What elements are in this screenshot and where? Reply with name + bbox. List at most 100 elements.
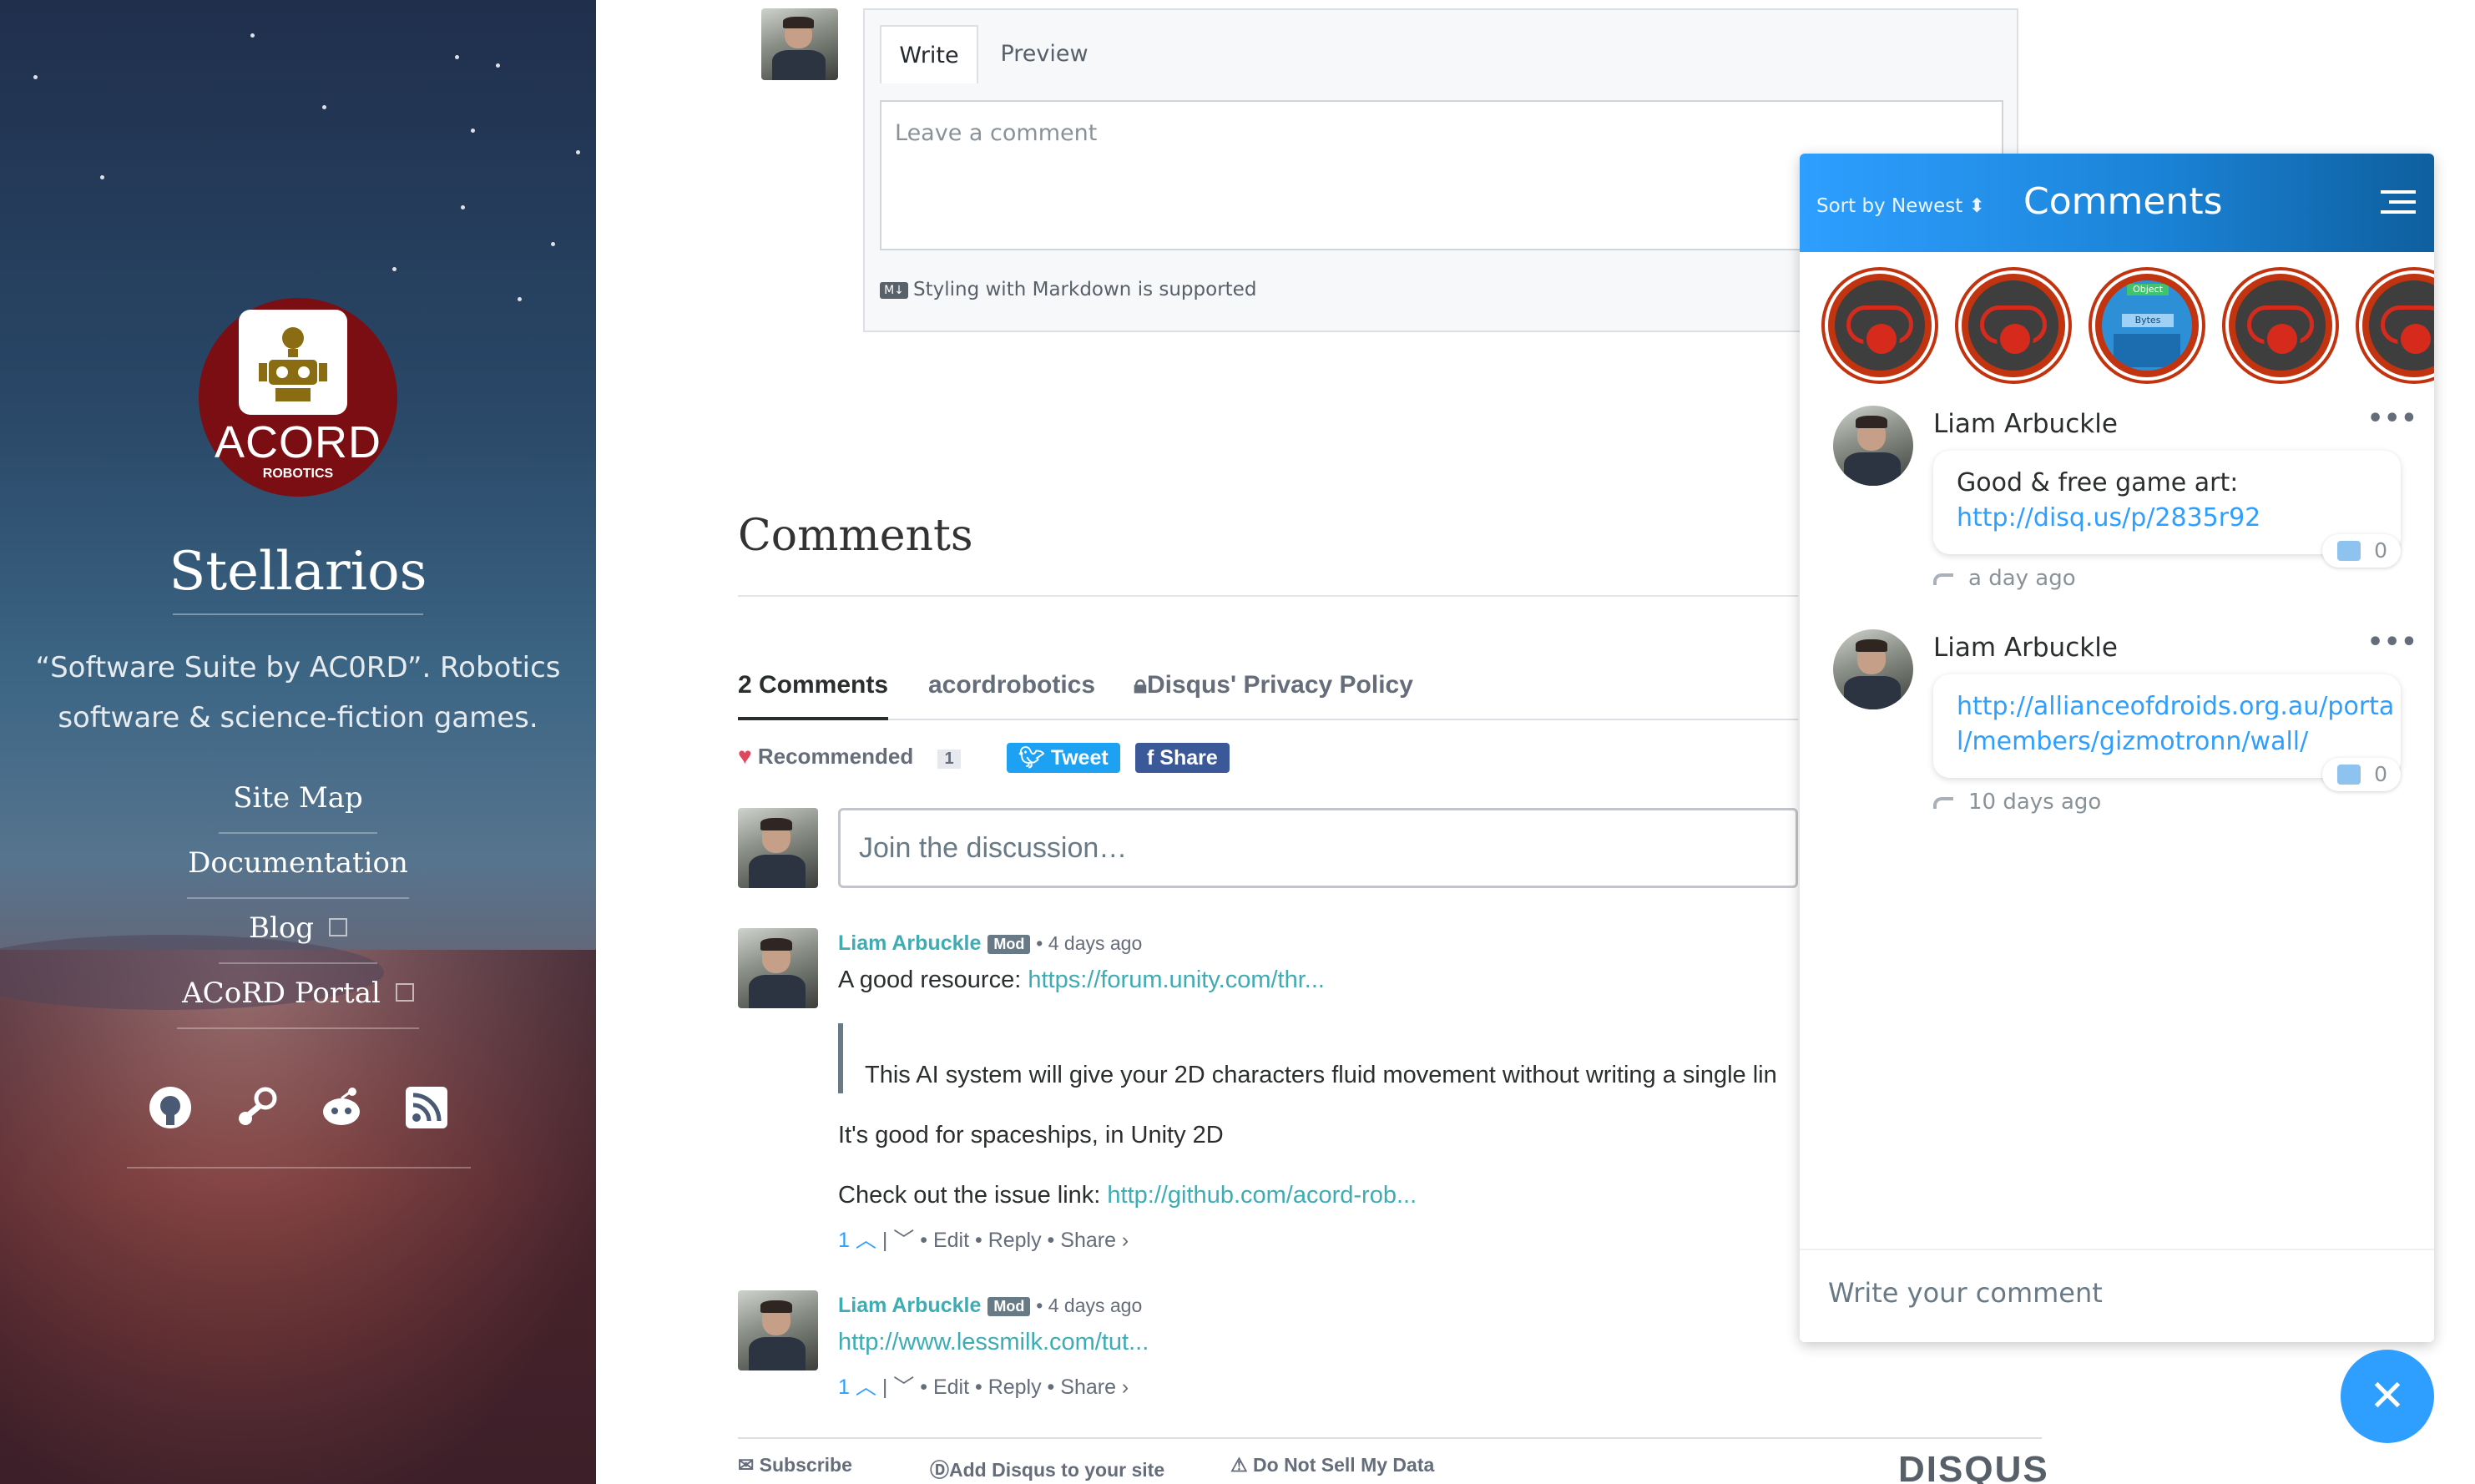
logo-title: ACORD — [214, 417, 381, 467]
nav-acord-portal[interactable]: ACoRD Portal — [0, 977, 596, 1010]
downvote-icon[interactable]: ﹀ — [893, 1229, 914, 1252]
comment-author[interactable]: Liam Arbuckle Mod • 4 days ago — [838, 931, 1142, 956]
divider — [738, 1437, 2042, 1439]
markdown-icon: M↓ — [880, 281, 908, 299]
star — [471, 129, 475, 133]
comment-avatar[interactable] — [1833, 629, 1913, 709]
star — [250, 33, 255, 38]
user-avatar — [761, 8, 838, 80]
reply-link[interactable]: Reply — [988, 1229, 1042, 1252]
comment-time[interactable]: • 4 days ago — [1036, 1295, 1142, 1316]
comments-widget: Sort by Newest ⬍ Comments Object Bytes L… — [1800, 154, 2434, 1342]
tweet-button[interactable]: 🐦︎ Tweet — [1007, 743, 1120, 773]
facebook-share-button[interactable]: f Share — [1135, 743, 1230, 773]
comment-author[interactable]: Liam Arbuckle Mod • 4 days ago — [838, 1294, 1142, 1318]
like-button[interactable]: 0 — [2322, 534, 2401, 568]
tab-write[interactable]: Write — [880, 25, 978, 83]
recommend-button[interactable]: ♥ Recommended 1 — [738, 743, 961, 770]
disqus-d-icon: Ⓓ — [930, 1459, 949, 1481]
nav-blog[interactable]: Blog — [0, 911, 596, 945]
nav-site-map[interactable]: Site Map — [0, 781, 596, 815]
mod-badge: Mod — [987, 934, 1031, 954]
comment-author[interactable]: Liam Arbuckle — [1933, 409, 2118, 439]
join-discussion-input[interactable]: Join the discussion… — [838, 808, 1798, 888]
badge-object-bytes-icon[interactable]: Object Bytes — [2092, 270, 2202, 381]
sort-dropdown[interactable]: Sort by Newest ⬍ — [1816, 195, 1985, 217]
nav-label: Site Map — [233, 781, 363, 815]
share-link[interactable]: Share › — [1060, 1229, 1129, 1252]
menu-icon[interactable] — [2381, 190, 2416, 220]
comment-link[interactable]: http://allianceofdroids.org.au/porta — [1957, 689, 2394, 724]
external-link-icon — [395, 983, 414, 1002]
close-widget-button[interactable]: ✕ — [2341, 1350, 2434, 1443]
reply-link[interactable]: Reply — [988, 1375, 1042, 1399]
lock-icon: 🔒︎ — [1134, 671, 1147, 699]
star — [518, 297, 522, 301]
nav-label: Documentation — [188, 846, 408, 880]
author-name[interactable]: Liam Arbuckle — [838, 931, 981, 955]
tweet-label: Tweet — [1050, 746, 1109, 770]
reply-icon[interactable] — [1933, 573, 1953, 585]
comment-link[interactable]: https://forum.unity.com/thr... — [1028, 967, 1325, 993]
tab-privacy-policy[interactable]: 🔒︎Disqus' Privacy Policy — [1134, 671, 1413, 699]
logo-subtitle: ROBOTICS — [262, 467, 334, 481]
comment-author[interactable]: Liam Arbuckle — [1933, 633, 2118, 663]
github-icon[interactable] — [148, 1085, 193, 1130]
author-name[interactable]: Liam Arbuckle — [838, 1294, 981, 1317]
tab-preview[interactable]: Preview — [990, 25, 1099, 83]
subscribe-link[interactable]: ✉ Subscribe — [738, 1454, 852, 1476]
comment-avatar[interactable] — [738, 1290, 818, 1370]
comment-avatar[interactable] — [738, 928, 818, 1008]
star — [576, 150, 580, 154]
upvote-icon[interactable]: ︿ — [856, 1229, 876, 1252]
badge-web-icon[interactable] — [1958, 270, 2068, 381]
write-comment-input[interactable]: Write your comment — [1800, 1249, 2434, 1342]
comment-link[interactable]: http://disq.us/p/2835r92 — [1957, 503, 2260, 533]
badge-web-icon[interactable] — [2225, 270, 2336, 381]
tab-comment-count[interactable]: 2 Comments — [738, 671, 888, 699]
site-logo[interactable]: ACORD ROBOTICS — [199, 298, 397, 497]
nav-documentation[interactable]: Documentation — [0, 846, 596, 880]
steam-icon[interactable] — [234, 1085, 279, 1130]
edit-link[interactable]: Edit — [933, 1375, 969, 1399]
mod-badge: Mod — [987, 1296, 1031, 1316]
active-tab-indicator — [738, 717, 888, 720]
recommend-label: Recommended — [757, 744, 914, 769]
mars-landscape — [0, 950, 596, 1484]
twitter-icon: 🐦︎ — [1018, 746, 1051, 770]
downvote-icon[interactable]: ﹀ — [893, 1375, 914, 1399]
widget-title: Comments — [2023, 180, 2223, 223]
share-link[interactable]: Share › — [1060, 1375, 1129, 1399]
reddit-icon[interactable] — [319, 1085, 364, 1130]
edit-link[interactable]: Edit — [933, 1229, 969, 1252]
warning-icon: ⚠ — [1230, 1454, 1254, 1476]
more-options-icon[interactable]: ••• — [2367, 404, 2418, 433]
tab-community[interactable]: acordrobotics — [928, 671, 1095, 699]
comment-body-line: http://www.lessmilk.com/tut... — [838, 1329, 1149, 1356]
more-options-icon[interactable]: ••• — [2367, 628, 2418, 657]
divider — [219, 962, 377, 964]
reply-icon[interactable] — [1933, 796, 1953, 809]
badge-web-icon[interactable] — [2359, 270, 2434, 381]
comment-link[interactable]: http://github.com/acord-rob... — [1107, 1182, 1417, 1209]
comment-link[interactable]: http://www.lessmilk.com/tut... — [838, 1329, 1149, 1355]
rss-icon[interactable] — [404, 1085, 449, 1130]
comment-avatar[interactable] — [1833, 406, 1913, 486]
comment-text: Check out the issue link: — [838, 1182, 1108, 1209]
tagline-line: software & science-fiction games. — [58, 701, 538, 734]
star — [551, 242, 555, 246]
badge-web-icon[interactable] — [1825, 270, 1935, 381]
comment-link[interactable]: l/members/gizmotronn/wall/ — [1957, 724, 2377, 760]
star — [392, 267, 397, 271]
like-button[interactable]: 0 — [2322, 758, 2401, 791]
divider — [738, 595, 1798, 597]
comment-time[interactable]: • 4 days ago — [1036, 932, 1142, 954]
vote-count: 1 — [838, 1229, 850, 1252]
badge-label: Object — [2127, 284, 2169, 295]
add-disqus-label: Add Disqus to your site — [949, 1459, 1165, 1481]
disqus-logo[interactable]: DISQUS — [1898, 1449, 2049, 1484]
upvote-icon[interactable]: ︿ — [856, 1375, 876, 1399]
site-title[interactable]: Stellarios — [0, 541, 596, 603]
add-disqus-link[interactable]: ⒹAdd Disqus to your site — [930, 1454, 1164, 1482]
do-not-sell-link[interactable]: ⚠ Do Not Sell My Data — [1230, 1454, 1434, 1476]
